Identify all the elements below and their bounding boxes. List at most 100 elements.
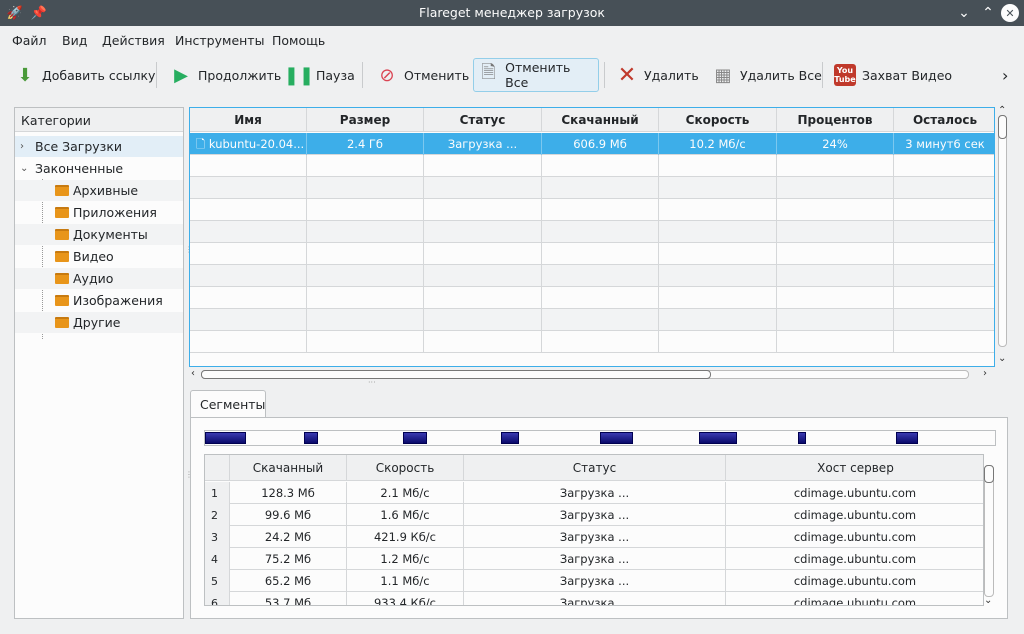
empty-cell xyxy=(659,331,777,353)
column-host[interactable]: Хост сервер xyxy=(726,455,983,481)
empty-cell xyxy=(777,177,894,199)
tree-item-all-downloads[interactable]: › Все Загрузки xyxy=(15,136,183,157)
cancel-button[interactable]: ⊘ Отменить xyxy=(372,58,473,92)
downloads-vertical-scrollbar[interactable]: ⌃ ⌄ xyxy=(996,105,1009,367)
cancel-all-button[interactable]: 🗎 Отменить Все xyxy=(473,58,599,92)
segment-row[interactable]: 6 53.7 Мб 933.4 Кб/с Загрузка ... cdimage.ub… xyxy=(205,592,983,605)
youtube-icon: You Tube xyxy=(834,64,856,86)
pause-button[interactable]: ❚❚ Пауза xyxy=(284,58,359,92)
download-remaining-cell: 3 минут6 сек xyxy=(905,137,985,151)
segment-speed-cell: 933.4 Кб/с xyxy=(347,592,464,605)
scroll-thumb[interactable] xyxy=(201,370,711,379)
capture-video-button[interactable]: You Tube Захват Видео xyxy=(830,58,956,92)
empty-cell xyxy=(777,243,894,265)
segment-progress-block xyxy=(600,432,634,444)
empty-row xyxy=(190,243,994,265)
segment-row[interactable]: 2 99.6 Мб 1.6 Мб/с Загрузка ... cdimage.ubun… xyxy=(205,504,983,526)
scroll-thumb[interactable] xyxy=(984,465,994,483)
scroll-down-icon[interactable]: ⌄ xyxy=(984,595,992,606)
empty-cell xyxy=(894,287,994,309)
empty-cell xyxy=(659,287,777,309)
download-speed-cell: 10.2 Мб/с xyxy=(659,133,777,155)
column-size[interactable]: Размер xyxy=(307,108,424,132)
column-status[interactable]: Статус xyxy=(464,455,726,481)
pause-icon: ❚❚ xyxy=(283,64,315,86)
toolbar-separator xyxy=(156,62,157,88)
delete-all-button[interactable]: ▦ Удалить Все xyxy=(708,58,826,92)
segment-index: 4 xyxy=(205,548,230,570)
tree-item-images[interactable]: Изображения xyxy=(15,290,183,311)
tree-item-audio[interactable]: Аудио xyxy=(15,268,183,289)
segments-vertical-scrollbar[interactable]: ⌄ xyxy=(983,463,995,609)
tree-item-finished[interactable]: ⌄ Законченные xyxy=(15,158,183,179)
toolbar-separator xyxy=(604,62,605,88)
segment-row[interactable]: 3 24.2 Мб 421.9 Кб/с Загрузка ... cdimage.ub… xyxy=(205,526,983,548)
segments-panel: Скачанный Скорость Статус Хост сервер 11… xyxy=(190,417,1008,619)
empty-cell xyxy=(542,243,659,265)
download-percent-cell: 24% xyxy=(777,133,894,155)
menu-tools[interactable]: Инструменты xyxy=(175,33,264,48)
minimize-button[interactable]: ⌄ xyxy=(954,3,974,23)
tree-item-archives[interactable]: Архивные xyxy=(15,180,183,201)
toolbar-overflow-chevron-icon[interactable]: › xyxy=(998,58,1012,92)
download-row[interactable]: 🗋 kubuntu-20.04... 2.4 Гб Загрузка ... 6… xyxy=(190,133,994,155)
menu-file[interactable]: Файл xyxy=(12,33,47,48)
empty-cell xyxy=(777,199,894,221)
column-speed[interactable]: Скорость xyxy=(659,108,777,132)
column-remaining[interactable]: Осталось xyxy=(894,108,994,132)
toolbar-separator xyxy=(362,62,363,88)
empty-cell xyxy=(424,177,542,199)
tree-item-documents[interactable]: Документы xyxy=(15,224,183,245)
delete-x-icon: ✕ xyxy=(617,62,637,88)
scroll-right-icon[interactable]: › xyxy=(983,368,987,379)
delete-button[interactable]: ✕ Удалить xyxy=(612,58,703,92)
segment-speed-cell: 1.1 Мб/с xyxy=(347,570,464,592)
maximize-button[interactable]: ⌃ xyxy=(978,3,998,23)
segment-downloaded-cell: 128.3 Мб xyxy=(230,482,347,504)
column-status[interactable]: Статус xyxy=(424,108,542,132)
chevron-down-icon[interactable]: ⌄ xyxy=(20,163,28,174)
menu-help[interactable]: Помощь xyxy=(272,33,325,48)
column-percent[interactable]: Процентов xyxy=(777,108,894,132)
resume-button[interactable]: ▶ Продолжить xyxy=(166,58,285,92)
segment-row[interactable]: 1 128.3 Мб 2.1 Мб/с Загрузка ... cdimage.ubu… xyxy=(205,482,983,504)
tree-item-applications[interactable]: Приложения xyxy=(15,202,183,223)
folder-icon xyxy=(55,251,69,262)
empty-cell xyxy=(894,155,994,177)
scroll-left-icon[interactable]: ‹ xyxy=(191,368,195,379)
column-downloaded[interactable]: Скачанный xyxy=(230,455,347,481)
tree-item-video[interactable]: Видео xyxy=(15,246,183,267)
segments-table-header: Скачанный Скорость Статус Хост сервер xyxy=(205,455,983,481)
segment-row[interactable]: 4 75.2 Мб 1.2 Мб/с Загрузка ... cdimage.ubun… xyxy=(205,548,983,570)
empty-cell xyxy=(777,287,894,309)
column-speed[interactable]: Скорость xyxy=(347,455,464,481)
close-button[interactable]: ✕ xyxy=(1001,4,1019,22)
downloads-table-header: Имя Размер Статус Скачанный Скорость Про… xyxy=(190,108,994,132)
add-link-button[interactable]: ⬇ Добавить ссылку xyxy=(10,58,159,92)
splitter-handle[interactable]: ··· xyxy=(368,378,376,387)
tab-segments[interactable]: Сегменты xyxy=(190,390,266,418)
tree-item-other[interactable]: Другие xyxy=(15,312,183,333)
empty-cell xyxy=(190,155,307,177)
folder-icon xyxy=(55,229,69,240)
segment-progress-block xyxy=(402,432,427,444)
file-icon: 🗋 xyxy=(196,137,209,151)
empty-cell xyxy=(190,177,307,199)
scroll-track[interactable] xyxy=(984,465,994,597)
chevron-right-icon[interactable]: › xyxy=(20,141,24,152)
segment-downloaded-cell: 65.2 Мб xyxy=(230,570,347,592)
empty-cell xyxy=(542,309,659,331)
column-name[interactable]: Имя xyxy=(190,108,307,132)
segment-row[interactable]: 5 65.2 Мб 1.1 Мб/с Загрузка ... cdimage.ubun… xyxy=(205,570,983,592)
empty-cell xyxy=(777,309,894,331)
empty-cell xyxy=(659,309,777,331)
column-downloaded[interactable]: Скачанный xyxy=(542,108,659,132)
downloads-horizontal-scrollbar[interactable]: ‹ › xyxy=(189,368,995,382)
play-icon: ▶ xyxy=(174,64,188,86)
menu-actions[interactable]: Действия xyxy=(102,33,165,48)
segment-progress-block xyxy=(205,432,247,444)
scroll-thumb[interactable] xyxy=(998,115,1007,139)
scroll-track[interactable] xyxy=(998,115,1007,347)
scroll-down-icon[interactable]: ⌄ xyxy=(998,353,1006,364)
menu-view[interactable]: Вид xyxy=(62,33,87,48)
